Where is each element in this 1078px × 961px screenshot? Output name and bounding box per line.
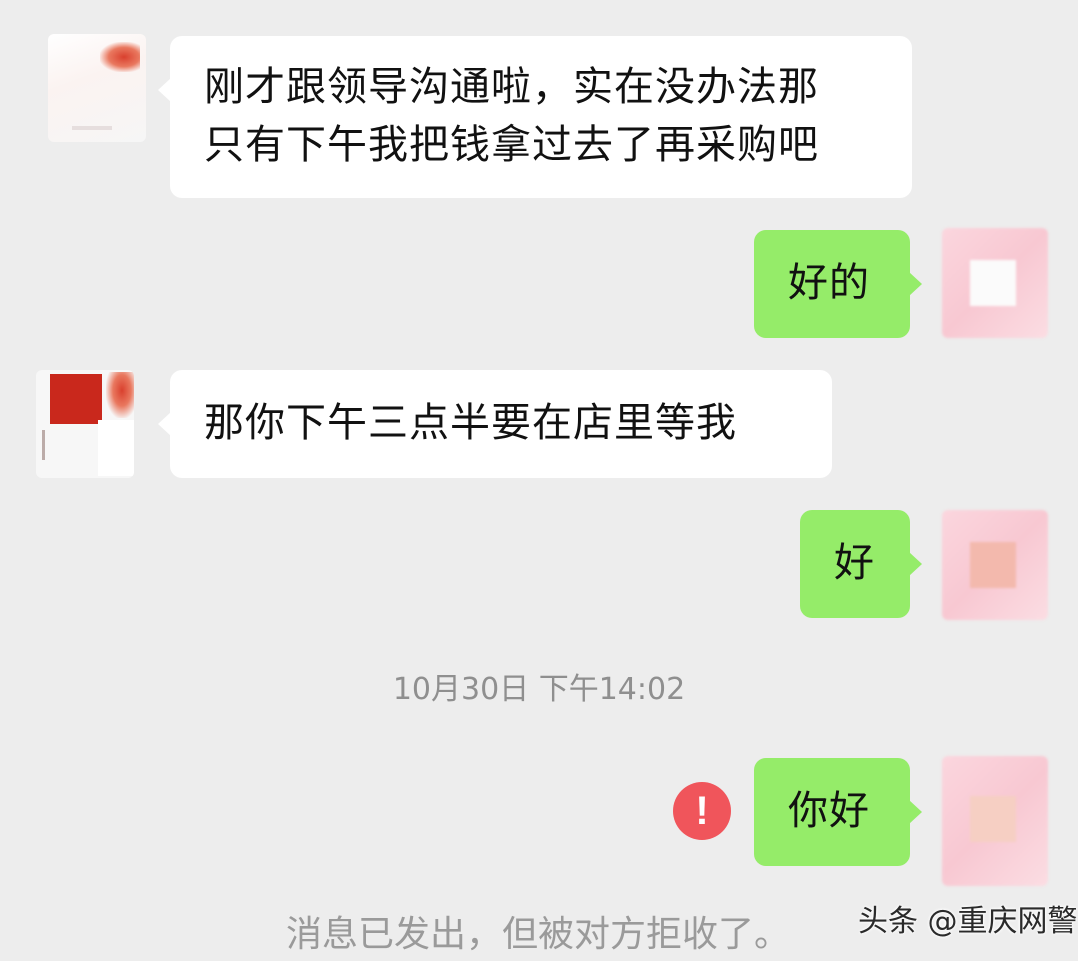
message-text: 好的 — [788, 260, 870, 306]
avatar-map-graphic — [100, 42, 140, 72]
avatar-map-graphic — [106, 372, 134, 418]
message-timestamp: 10月30日 下午14:02 — [392, 672, 686, 707]
message-text: 你好 — [788, 788, 870, 834]
message-text: 好 — [834, 540, 875, 586]
source-watermark: 头条 @重庆网警 — [858, 904, 1078, 939]
message-text: 那你下午三点半要在店里等我 — [204, 400, 737, 446]
my-avatar[interactable] — [942, 228, 1048, 338]
message-text-line: 刚才跟领导沟通啦，实在没办法那 — [204, 64, 819, 110]
avatar-glyph-graphic — [42, 430, 63, 460]
my-avatar[interactable] — [942, 510, 1048, 620]
outgoing-message-bubble[interactable]: 你好 — [754, 758, 922, 866]
avatar-fade-graphic — [98, 420, 134, 476]
message-text-line: 只有下午我把钱拿过去了再采购吧 — [204, 122, 819, 168]
contact-avatar[interactable] — [48, 34, 146, 142]
avatar-red-block-graphic — [50, 374, 102, 424]
incoming-message-bubble[interactable]: 刚才跟领导沟通啦，实在没办法那 只有下午我把钱拿过去了再采购吧 — [158, 36, 912, 198]
rejection-notice: 消息已发出，但被对方拒收了。 — [286, 914, 791, 955]
contact-avatar[interactable] — [36, 370, 134, 478]
my-avatar[interactable] — [942, 756, 1048, 886]
outgoing-message-bubble[interactable]: 好的 — [754, 230, 922, 338]
send-failed-icon[interactable]: ! — [673, 782, 731, 840]
avatar-pixelated-graphic — [970, 796, 1016, 842]
avatar-pixelated-graphic — [970, 260, 1016, 306]
outgoing-message-bubble[interactable]: 好 — [800, 510, 922, 618]
avatar-pixelated-graphic — [970, 542, 1016, 588]
avatar-caption-graphic — [72, 126, 112, 130]
incoming-message-bubble[interactable]: 那你下午三点半要在店里等我 — [158, 370, 832, 478]
